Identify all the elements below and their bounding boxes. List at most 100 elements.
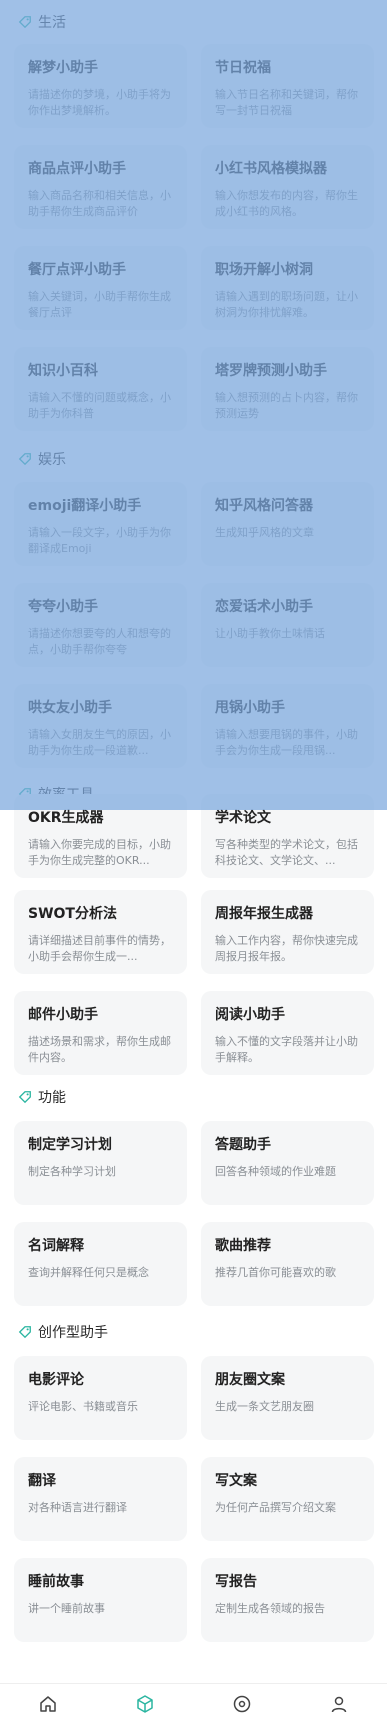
card-desc: 定制生成各领域的报告 <box>215 1602 325 1615</box>
assistant-card-study-plan[interactable]: 制定学习计划 制定各种学习计划 <box>14 1121 187 1205</box>
tab-home[interactable] <box>28 1689 68 1719</box>
card-title: 塔罗牌预测小助手 <box>215 363 327 379</box>
card-desc: 请输入想要甩锅的事件，小助手会为你生成一段甩锅... <box>215 728 358 757</box>
user-icon <box>331 1696 346 1712</box>
assistant-card-moments[interactable]: 朋友圈文案 生成一条文艺朋友圈 <box>201 1356 374 1440</box>
home-icon <box>40 1695 57 1712</box>
card-title: 名词解释 <box>28 1238 84 1254</box>
assistant-card-movie[interactable]: 电影评论 评论电影、书籍或音乐 <box>14 1356 187 1440</box>
card-title: 朋友圈文案 <box>215 1372 285 1388</box>
card-title: 电影评论 <box>28 1372 84 1388</box>
card-desc: 请输入一段文字，小助手为你翻译成Emoji <box>28 526 171 555</box>
assistant-card-academic[interactable]: 学术论文 写各种类型的学术论文，包括科技论文、文学论文、... <box>201 794 374 878</box>
card-desc: 请描述你的梦境，小助手将为你作出梦境解析。 <box>28 88 171 117</box>
card-desc: 输入想预测的占卜内容，帮你预测运势 <box>215 391 358 420</box>
assistant-card-okr[interactable]: OKR生成器 请输入你要完成的目标，小助手为你生成完整的OKR... <box>14 794 187 878</box>
cube-icon <box>137 1694 153 1713</box>
tab-discover[interactable] <box>222 1689 262 1719</box>
card-desc: 请详细描述目前事件的情势，小助手会帮你生成一... <box>28 934 171 963</box>
section-title: 娱乐 <box>38 452 66 468</box>
assistant-card-workplace[interactable]: 职场开解小树洞 请输入遇到的职场问题，让小树洞为你排忧解难。 <box>201 246 374 330</box>
card-title: SWOT分析法 <box>28 906 117 922</box>
assistant-card-answer[interactable]: 答题助手 回答各种领域的作业难题 <box>201 1121 374 1205</box>
section-header-entertainment: 娱乐 <box>18 449 66 469</box>
assistant-card-bedtime[interactable]: 睡前故事 讲一个睡前故事 <box>14 1558 187 1642</box>
assistant-card-term[interactable]: 名词解释 查询并解释任何只是概念 <box>14 1222 187 1306</box>
tab-assistants[interactable] <box>125 1689 165 1719</box>
section-title: 生活 <box>38 15 66 31</box>
card-desc: 制定各种学习计划 <box>28 1165 116 1178</box>
card-desc: 描述场景和需求，帮你生成邮件内容。 <box>28 1035 171 1064</box>
card-title: 写文案 <box>215 1473 257 1489</box>
card-title: emoji翻译小助手 <box>28 498 142 514</box>
card-title: 甩锅小助手 <box>215 700 285 716</box>
card-title: 哄女友小助手 <box>28 700 112 716</box>
card-title: 睡前故事 <box>28 1574 84 1590</box>
card-title: 夸夸小助手 <box>28 599 98 615</box>
card-title: 学术论文 <box>215 810 271 826</box>
card-desc: 让小助手教你土味情话 <box>215 627 325 640</box>
assistant-list-page: 生活 解梦小助手 请描述你的梦境，小助手将为你作出梦境解析。 节日祝福 输入节日… <box>0 0 387 1723</box>
section-title: 功能 <box>38 1090 66 1106</box>
card-title: 制定学习计划 <box>28 1137 112 1153</box>
assistant-card-report[interactable]: 写报告 定制生成各领域的报告 <box>201 1558 374 1642</box>
assistant-card-love-talk[interactable]: 恋爱话术小助手 让小助手教你土味情话 <box>201 583 374 667</box>
assistant-card-restaurant[interactable]: 餐厅点评小助手 输入关键词，小助手帮你生成餐厅点评 <box>14 246 187 330</box>
card-title: 歌曲推荐 <box>215 1238 271 1254</box>
card-title: 阅读小助手 <box>215 1007 285 1023</box>
assistant-card-tarot[interactable]: 塔罗牌预测小助手 输入想预测的占卜内容，帮你预测运势 <box>201 347 374 431</box>
assistant-card-praise[interactable]: 夸夸小助手 请描述你想要夸的人和想夸的点，小助手帮你夸夸 <box>14 583 187 667</box>
assistant-card-swot[interactable]: SWOT分析法 请详细描述目前事件的情势，小助手会帮你生成一... <box>14 890 187 974</box>
assistant-card-emoji[interactable]: emoji翻译小助手 请输入一段文字，小助手为你翻译成Emoji <box>14 482 187 566</box>
assistant-card-blame[interactable]: 甩锅小助手 请输入想要甩锅的事件，小助手会为你生成一段甩锅... <box>201 684 374 768</box>
card-title: 周报年报生成器 <box>215 906 313 922</box>
card-title: 知乎风格问答器 <box>215 498 313 514</box>
card-desc: 推荐几首你可能喜欢的歌 <box>215 1266 336 1279</box>
assistant-card-report-gen[interactable]: 周报年报生成器 输入工作内容，帮你快速完成周报月报年报。 <box>201 890 374 974</box>
assistant-card-email[interactable]: 邮件小助手 描述场景和需求，帮你生成邮件内容。 <box>14 991 187 1075</box>
tag-icon <box>18 1091 31 1104</box>
assistant-card-translate[interactable]: 翻译 对各种语言进行翻译 <box>14 1457 187 1541</box>
tag-icon <box>18 453 31 466</box>
card-desc: 为任何产品撰写介绍文案 <box>215 1501 336 1514</box>
card-title: 翻译 <box>28 1473 56 1489</box>
section-header-functions: 功能 <box>18 1087 66 1107</box>
card-title: 答题助手 <box>215 1137 271 1153</box>
card-desc: 输入商品名称和相关信息，小助手帮你生成商品评价 <box>28 189 171 218</box>
assistant-card-holiday[interactable]: 节日祝福 输入节日名称和关键词，帮你写一封节日祝福 <box>201 44 374 128</box>
card-title: 餐厅点评小助手 <box>28 262 126 278</box>
card-title: 商品点评小助手 <box>28 161 126 177</box>
assistant-card-dream[interactable]: 解梦小助手 请描述你的梦境，小助手将为你作出梦境解析。 <box>14 44 187 128</box>
card-desc: 查询并解释任何只是概念 <box>28 1266 149 1279</box>
assistant-card-reading[interactable]: 阅读小助手 输入不懂的文字段落并让小助手解释。 <box>201 991 374 1075</box>
assistant-card-copywriting[interactable]: 写文案 为任何产品撰写介绍文案 <box>201 1457 374 1541</box>
card-desc: 评论电影、书籍或音乐 <box>28 1400 138 1413</box>
card-desc: 生成知乎风格的文章 <box>215 526 314 539</box>
card-desc: 对各种语言进行翻译 <box>28 1501 127 1514</box>
card-title: 写报告 <box>215 1574 257 1590</box>
card-desc: 请描述你想要夸的人和想夸的点，小助手帮你夸夸 <box>28 627 171 656</box>
card-title: 职场开解小树洞 <box>215 262 313 278</box>
assistant-card-product-review[interactable]: 商品点评小助手 输入商品名称和相关信息，小助手帮你生成商品评价 <box>14 145 187 229</box>
assistant-card-song[interactable]: 歌曲推荐 推荐几首你可能喜欢的歌 <box>201 1222 374 1306</box>
card-desc: 输入不懂的文字段落并让小助手解释。 <box>215 1035 358 1064</box>
card-title: 小红书风格模拟器 <box>215 161 327 177</box>
card-desc: 请输入你要完成的目标，小助手为你生成完整的OKR... <box>28 838 171 867</box>
tag-icon <box>18 1326 31 1339</box>
card-desc: 讲一个睡前故事 <box>28 1602 105 1615</box>
card-desc: 请输入不懂的问题或概念，小助手为你科普 <box>28 391 171 420</box>
assistant-card-encyclopedia[interactable]: 知识小百科 请输入不懂的问题或概念，小助手为你科普 <box>14 347 187 431</box>
card-desc: 输入你想发布的内容，帮你生成小红书的风格。 <box>215 189 358 218</box>
card-title: 邮件小助手 <box>28 1007 98 1023</box>
card-desc: 输入关键词，小助手帮你生成餐厅点评 <box>28 290 171 319</box>
card-title: 恋爱话术小助手 <box>215 599 313 615</box>
card-desc: 写各种类型的学术论文，包括科技论文、文学论文、... <box>215 838 358 867</box>
assistant-card-zhihu[interactable]: 知乎风格问答器 生成知乎风格的文章 <box>201 482 374 566</box>
card-desc: 请输入遇到的职场问题，让小树洞为你排忧解难。 <box>215 290 358 319</box>
tab-profile[interactable] <box>319 1689 359 1719</box>
section-header-creative: 创作型助手 <box>18 1322 108 1342</box>
assistant-card-xiaohongshu[interactable]: 小红书风格模拟器 输入你想发布的内容，帮你生成小红书的风格。 <box>201 145 374 229</box>
card-desc: 输入节日名称和关键词，帮你写一封节日祝福 <box>215 88 358 117</box>
bottom-tab-bar <box>0 1683 387 1723</box>
assistant-card-girlfriend[interactable]: 哄女友小助手 请输入女朋友生气的原因，小助手为你生成一段道歉... <box>14 684 187 768</box>
